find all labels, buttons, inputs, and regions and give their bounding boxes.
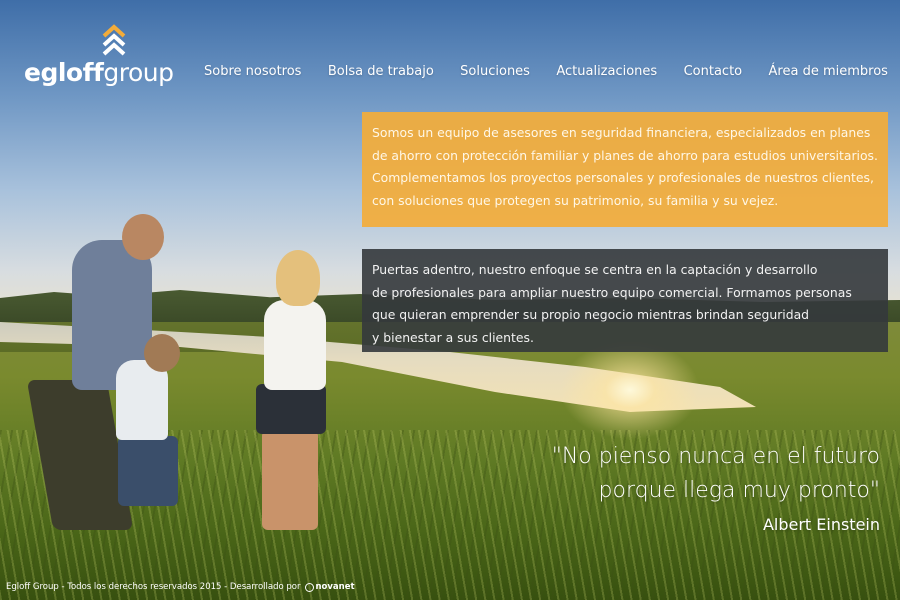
nav-item-bolsa-de-trabajo[interactable]: Bolsa de trabajo <box>328 64 434 79</box>
copyright-text: Egloff Group - Todos los derechos reserv… <box>6 582 301 592</box>
main-nav: Sobre nosotros Bolsa de trabajo Solucion… <box>204 64 888 79</box>
footer: Egloff Group - Todos los derechos reserv… <box>6 580 355 594</box>
mother-legs <box>262 430 318 530</box>
focus-line: Puertas adentro, nuestro enfoque se cent… <box>372 262 818 277</box>
sun-reflection <box>560 340 700 440</box>
nav-item-area-de-miembros[interactable]: Área de miembros <box>769 64 888 79</box>
brand-logo[interactable]: egloffgroup <box>24 24 174 88</box>
nav-item-contacto[interactable]: Contacto <box>684 64 743 79</box>
focus-panel: Puertas adentro, nuestro enfoque se cent… <box>362 249 888 352</box>
mother-shorts <box>256 384 326 434</box>
focus-text: Puertas adentro, nuestro enfoque se cent… <box>372 259 878 349</box>
quote-line-2: porque llega muy pronto" <box>598 478 880 503</box>
mother-figure <box>264 300 326 390</box>
focus-line: que quieran emprender su propio negocio … <box>372 307 810 322</box>
focus-line: de profesionales para ampliar nuestro eq… <box>372 284 852 300</box>
nav-item-sobre-nosotros[interactable]: Sobre nosotros <box>204 64 301 79</box>
intro-line: de ahorro con protección familiar y plan… <box>372 147 878 163</box>
hero-quote: "No pienso nunca en el futuro porque lle… <box>500 440 880 540</box>
brand-wordmark: egloffgroup <box>24 58 174 87</box>
nav-item-actualizaciones[interactable]: Actualizaciones <box>556 64 657 79</box>
quote-line-1: "No pienso nunca en el futuro <box>551 444 880 469</box>
intro-line: Somos un equipo de asesores en seguridad… <box>372 125 871 140</box>
intro-line: Complementamos los proyectos personales … <box>372 170 874 185</box>
mother-head <box>276 250 320 306</box>
father-head <box>122 214 164 260</box>
developer-name: novanet <box>315 582 355 592</box>
child-head <box>144 334 180 372</box>
developer-logo-link[interactable]: novanet <box>304 582 355 592</box>
child-figure <box>116 360 168 440</box>
intro-panel: Somos un equipo de asesores en seguridad… <box>362 112 888 227</box>
chevrons-up-icon <box>102 24 126 56</box>
focus-line: y bienestar a sus clientes. <box>372 329 534 345</box>
child-legs <box>118 436 178 506</box>
quote-author: Albert Einstein <box>762 515 880 534</box>
novanet-logo-icon <box>304 582 314 592</box>
nav-item-soluciones[interactable]: Soluciones <box>460 64 530 79</box>
intro-text: Somos un equipo de asesores en seguridad… <box>372 122 878 212</box>
intro-line: con soluciones que protegen su patrimoni… <box>372 192 779 208</box>
